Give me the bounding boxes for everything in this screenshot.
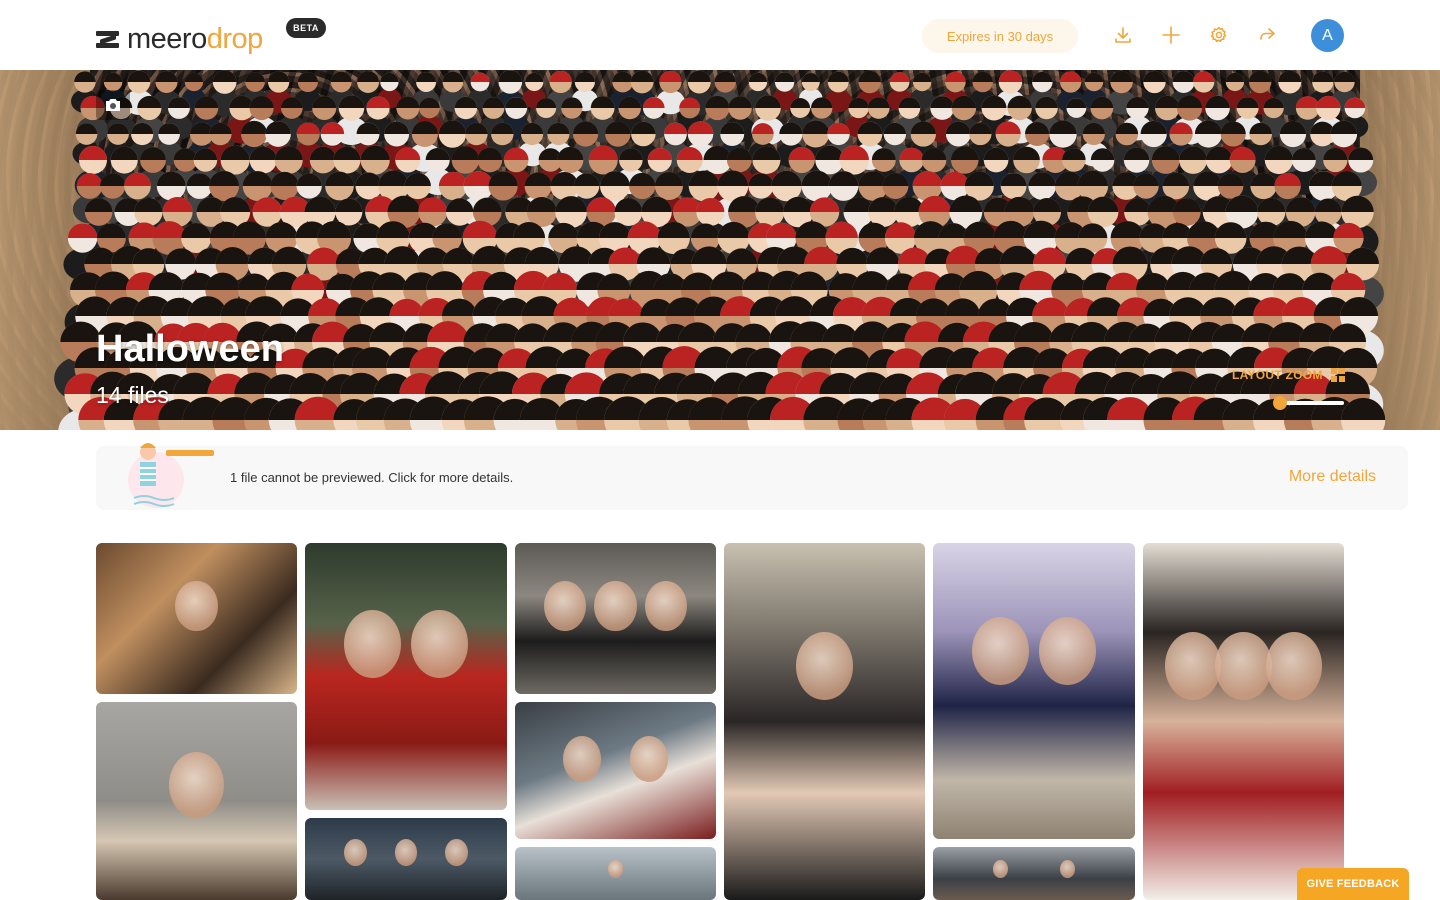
gallery-photo-1[interactable] [96,543,297,694]
album-cover-photo: Halloween 14 files LAYOUT ZOOM [0,70,1440,430]
give-feedback-button[interactable]: GIVE FEEDBACK [1297,868,1409,900]
gallery-photo-4[interactable] [724,543,925,900]
album-title: Halloween [96,328,284,370]
gallery-photo-7[interactable] [96,702,297,900]
app-header: meero drop BETA Expires in 30 days A [0,0,1440,70]
gallery-photo-5[interactable] [933,543,1135,839]
gallery-photo-8[interactable] [515,702,716,839]
layout-zoom-label: LAYOUT ZOOM [1232,368,1323,382]
change-cover-camera-icon[interactable] [96,90,130,120]
add-icon[interactable] [1160,24,1182,46]
gallery-photo-6[interactable] [1143,543,1344,900]
gallery-photo-2[interactable] [305,543,507,810]
preview-warning-text: 1 file cannot be previewed. Click for mo… [230,470,514,485]
meerodrop-logo[interactable]: meero drop [96,22,263,56]
logo-mark-icon [96,29,119,49]
logo-text-meero: meero [127,22,207,55]
gallery-photo-11[interactable] [933,847,1135,900]
gallery-photo-3[interactable] [515,543,716,694]
more-details-link[interactable]: More details [1289,468,1376,486]
layout-zoom-slider[interactable] [1273,396,1344,410]
telescope-person-illustration [128,443,214,508]
share-icon[interactable] [1256,24,1278,46]
settings-gear-icon[interactable] [1208,24,1230,46]
grid-layout-icon [1330,368,1345,382]
album-file-count: 14 files [96,382,169,408]
gallery-photo-9[interactable] [305,818,507,900]
gallery-photo-10[interactable] [515,847,716,900]
layout-zoom-control: LAYOUT ZOOM [1232,368,1345,382]
crowd-illustration [54,70,1386,430]
expires-badge: Expires in 30 days [922,19,1078,53]
beta-badge: BETA [286,18,326,38]
zoom-slider-thumb[interactable] [1273,396,1287,410]
logo-text-drop: drop [206,22,264,55]
download-icon[interactable] [1112,24,1134,46]
user-avatar[interactable]: A [1311,19,1344,52]
preview-warning-banner[interactable]: 1 file cannot be previewed. Click for mo… [96,443,1408,510]
